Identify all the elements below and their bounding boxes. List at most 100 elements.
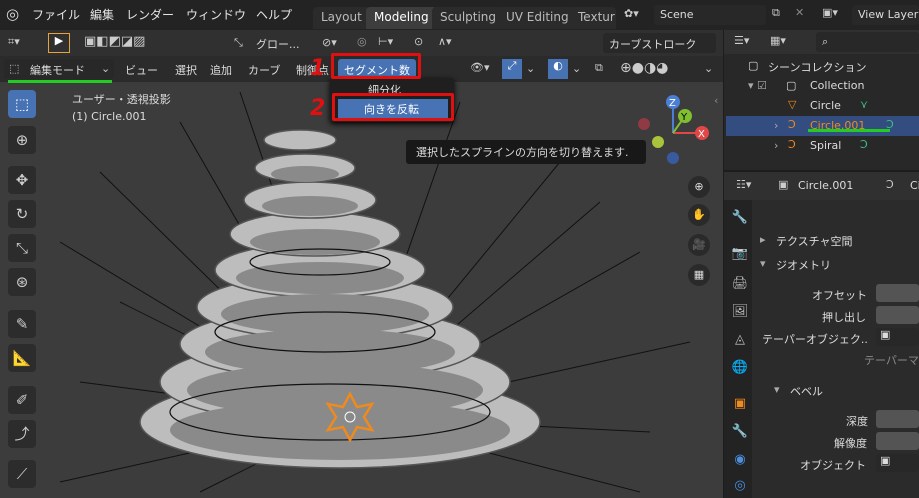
tab-sculpting[interactable]: Sculpting xyxy=(432,7,505,29)
display-mode-icon[interactable]: ▦▾ xyxy=(770,34,786,47)
cursor-tool-icon[interactable]: ▶ xyxy=(48,33,70,53)
camera-icon[interactable]: 🎥 xyxy=(688,234,710,256)
new-scene-icon[interactable]: ⧉ xyxy=(772,6,780,20)
grid-icon[interactable]: ▦ xyxy=(688,264,710,286)
properties-editor-icon[interactable]: ☷▾ xyxy=(736,178,751,191)
menu-edit[interactable]: 編集 xyxy=(90,6,114,23)
chevron-right-icon: ▸ xyxy=(760,233,766,246)
world-tab-icon[interactable]: 🌐 xyxy=(728,360,752,380)
chevron-down-icon[interactable]: ⌄ xyxy=(704,62,713,75)
editor-type-icon[interactable]: ⌗▾ xyxy=(8,35,20,49)
properties-header: ☷▾ ▣ Circle.001 Ↄ Ci xyxy=(724,172,919,200)
draw-curve-tool-icon[interactable]: ✐ xyxy=(8,386,36,414)
radius-tool-icon[interactable]: ⟋ xyxy=(8,460,36,488)
tab-texture[interactable]: Textur xyxy=(570,7,616,29)
mode-dropdown[interactable]: 編集モード xyxy=(4,59,114,79)
menu-add[interactable]: 追加 xyxy=(210,62,232,78)
measure-tool-icon[interactable]: 📐 xyxy=(8,344,36,372)
bevel-object-field[interactable]: ▣ xyxy=(876,454,919,472)
xray-icon[interactable]: ⧉ xyxy=(595,61,603,75)
menu-curve[interactable]: カーブ xyxy=(248,62,280,78)
transform-tool-icon[interactable]: ⊛ xyxy=(8,268,36,296)
view-layer-icon[interactable]: ▣▾ xyxy=(822,6,838,19)
tab-uv-editing[interactable]: UV Editing xyxy=(498,7,577,29)
curve-icon: ▽ xyxy=(788,98,797,111)
outliner-item-circle[interactable]: ▽ Circle ⋎ xyxy=(726,96,919,116)
outliner-scene-collection[interactable]: ▢ シーンコレクション xyxy=(726,56,919,76)
offset-field[interactable] xyxy=(876,284,919,302)
outliner-search-input[interactable]: ⌕ xyxy=(816,32,919,52)
pan-hand-icon[interactable]: ✋ xyxy=(688,204,710,226)
extrude-field[interactable] xyxy=(876,306,919,324)
tab-modeling[interactable]: Modeling xyxy=(366,7,437,29)
resolution-field[interactable] xyxy=(876,432,919,450)
pivot-icon[interactable]: ⊘▾ xyxy=(322,36,337,49)
menu-render[interactable]: レンダー xyxy=(126,6,174,23)
object-icon: ▣ xyxy=(880,328,891,341)
snap-target-icon[interactable]: ⊢▾ xyxy=(378,35,393,48)
scene-collection-icon: ▢ xyxy=(748,59,759,72)
view-layer-tab-icon[interactable]: 🖼 xyxy=(728,304,752,324)
select-tool-icon[interactable]: ⬚ xyxy=(8,90,36,118)
gizmo-toggle-icon[interactable]: ⤢ xyxy=(502,59,522,79)
svg-text:X: X xyxy=(698,129,705,140)
curve-stroke-dropdown[interactable]: カーブストローク xyxy=(603,33,716,53)
taper-object-field[interactable]: ▣ xyxy=(876,328,919,346)
scale-tool-icon[interactable]: ⤡ xyxy=(8,234,36,262)
visibility-icon[interactable]: 👁▾ xyxy=(470,61,490,74)
edit-mode-icon: ⬚ xyxy=(9,62,20,75)
scene-selector[interactable]: Scene xyxy=(654,5,766,25)
chevron-down-icon[interactable]: ⌄ xyxy=(572,62,581,75)
bevel-object-label: オブジェクト xyxy=(800,459,866,472)
menu-file[interactable]: ファイル xyxy=(32,6,80,23)
render-tab-icon[interactable]: 📷 xyxy=(728,246,752,266)
close-icon[interactable]: ✕ xyxy=(795,6,804,19)
scene-icon[interactable]: ✿▾ xyxy=(624,7,639,20)
outliner-item-spiral[interactable]: › Ↄ Spiral Ↄ xyxy=(726,136,919,156)
view-layer-selector[interactable]: View Layer xyxy=(852,5,919,25)
proportional-icon[interactable]: ⊙ xyxy=(414,35,423,48)
shading-modes-icon[interactable]: ⊕●◑◕ xyxy=(620,60,668,76)
menu-help[interactable]: ヘルプ xyxy=(256,6,292,23)
blender-logo-icon[interactable]: ◎ xyxy=(6,5,19,23)
outliner-item-circle-001[interactable]: › Ↄ Circle.001 Ↄ xyxy=(726,116,919,136)
outliner-editor-icon[interactable]: ☰▾ xyxy=(734,34,749,47)
select-mode-icons[interactable]: ▣◧◩◪▨ xyxy=(84,34,145,49)
snap-icon[interactable]: ◎ xyxy=(357,35,367,48)
chevron-down-icon: ⌄ xyxy=(101,62,111,75)
depth-field[interactable] xyxy=(876,410,919,428)
scene-tab-icon[interactable]: ◬ xyxy=(728,332,752,352)
move-tool-icon[interactable]: ✥ xyxy=(8,166,36,194)
chevron-down-icon[interactable]: ⌄ xyxy=(526,62,535,75)
orientation-dropdown[interactable]: グロー... xyxy=(256,36,300,52)
physics-tab-icon[interactable]: ◎ xyxy=(728,478,752,498)
particles-tab-icon[interactable]: ◉ xyxy=(728,452,752,472)
output-tab-icon[interactable]: 🖨 xyxy=(728,276,752,296)
menu-window[interactable]: ウィンドウ xyxy=(186,6,246,23)
outliner-underline xyxy=(808,129,890,132)
falloff-icon[interactable]: ∧▾ xyxy=(438,35,452,48)
object-icon: ▣ xyxy=(880,454,891,467)
extrude-tool-icon[interactable]: ⤴ xyxy=(8,420,36,448)
annotate-tool-icon[interactable]: ✎ xyxy=(8,310,36,338)
menu-view[interactable]: ビュー xyxy=(125,62,158,78)
overlay-toggle-icon[interactable]: ◐ xyxy=(548,59,568,79)
tab-layout[interactable]: Layout xyxy=(313,7,370,29)
navigation-gizmo[interactable]: Z X Y xyxy=(630,92,720,182)
search-icon: ⌕ xyxy=(822,35,829,48)
object-tab-icon[interactable]: ▣ xyxy=(728,396,752,416)
transform-orientation-icon[interactable]: ⤡ xyxy=(234,36,243,50)
cursor-icon[interactable]: ⊕ xyxy=(8,126,36,154)
tool-tab-icon[interactable]: 🔧 xyxy=(728,210,752,230)
rotate-tool-icon[interactable]: ↻ xyxy=(8,200,36,228)
menu-select[interactable]: 選択 xyxy=(175,62,197,78)
curve-data-icon: Ↄ xyxy=(886,178,894,191)
curve-data-icon: Ↄ xyxy=(860,138,868,151)
outliner-header: ☰▾ ▦▾ ⌕ xyxy=(724,30,919,54)
zoom-icon[interactable]: ⊕ xyxy=(688,176,710,198)
outliner-collection[interactable]: ▾ ☑ ▢ Collection xyxy=(726,76,919,96)
view-name-label: ユーザー・透視投影 xyxy=(72,93,171,106)
top-menu-bar: ◎ ファイル 編集 レンダー ウィンドウ ヘルプ Layout Modeling… xyxy=(0,0,919,30)
modifier-tab-icon[interactable]: 🔧 xyxy=(728,424,752,444)
collapse-arrow-icon[interactable]: ‹ xyxy=(714,94,718,107)
